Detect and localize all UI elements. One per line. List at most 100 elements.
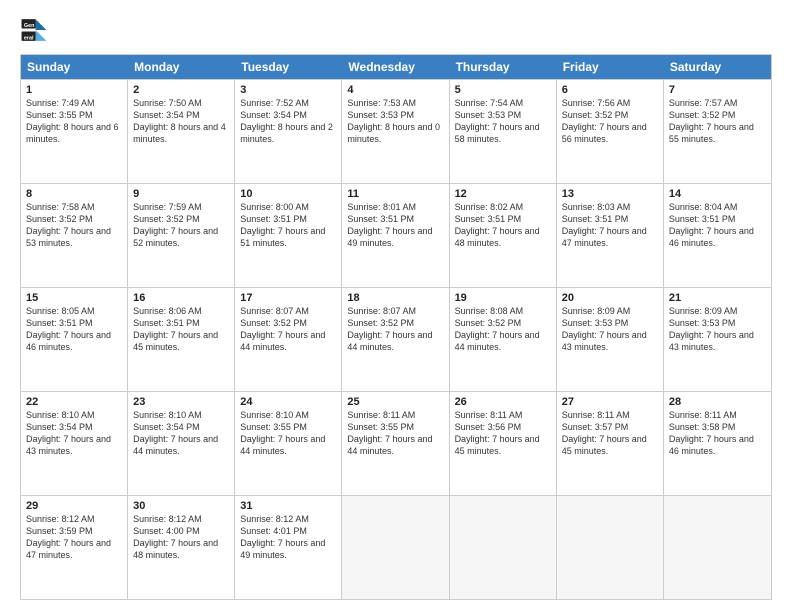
day-number: 2 — [133, 84, 229, 96]
day-number: 21 — [669, 292, 766, 304]
calendar-header: SundayMondayTuesdayWednesdayThursdayFrid… — [21, 55, 771, 79]
cell-info: Sunrise: 7:50 AMSunset: 3:54 PMDaylight:… — [133, 98, 226, 144]
cell-info: Sunrise: 7:54 AMSunset: 3:53 PMDaylight:… — [455, 98, 540, 144]
empty-cell — [342, 496, 449, 599]
cell-info: Sunrise: 8:05 AMSunset: 3:51 PMDaylight:… — [26, 306, 111, 352]
page: Gen eral SundayMondayTuesdayWednesdayThu… — [0, 0, 792, 612]
day-cell-16: 16Sunrise: 8:06 AMSunset: 3:51 PMDayligh… — [128, 288, 235, 391]
day-number: 8 — [26, 188, 122, 200]
cell-info: Sunrise: 8:10 AMSunset: 3:55 PMDaylight:… — [240, 410, 325, 456]
cell-info: Sunrise: 8:10 AMSunset: 3:54 PMDaylight:… — [133, 410, 218, 456]
cell-info: Sunrise: 8:10 AMSunset: 3:54 PMDaylight:… — [26, 410, 111, 456]
day-cell-2: 2 Sunrise: 7:50 AMSunset: 3:54 PMDaylight… — [128, 80, 235, 183]
cell-info: Sunrise: 8:09 AMSunset: 3:53 PMDaylight:… — [669, 306, 754, 352]
day-cell-28: 28 Sunrise: 8:11 AMSunset: 3:58 PMDayligh… — [664, 392, 771, 495]
day-number: 3 — [240, 84, 336, 96]
day-number: 15 — [26, 292, 122, 304]
day-cell-4: 4Sunrise: 7:53 AMSunset: 3:53 PMDaylight… — [342, 80, 449, 183]
day-number: 30 — [133, 500, 229, 512]
cell-info: Sunrise: 7:52 AMSunset: 3:54 PMDaylight:… — [240, 98, 333, 144]
day-cell-17: 17 Sunrise: 8:07 AMSunset: 3:52 PMDayligh… — [235, 288, 342, 391]
day-number: 6 — [562, 84, 658, 96]
day-number: 17 — [240, 292, 336, 304]
header-cell-thursday: Thursday — [450, 55, 557, 79]
week-row-3: 15 Sunrise: 8:05 AMSunset: 3:51 PMDayligh… — [21, 287, 771, 391]
day-cell-12: 12 Sunrise: 8:02 AMSunset: 3:51 PMDayligh… — [450, 184, 557, 287]
cell-info: Sunrise: 8:01 AMSunset: 3:51 PMDaylight:… — [347, 202, 432, 248]
day-cell-24: 24 Sunrise: 8:10 AMSunset: 3:55 PMDayligh… — [235, 392, 342, 495]
cell-info: Sunrise: 7:59 AMSunset: 3:52 PMDaylight:… — [133, 202, 218, 248]
cell-info: Sunrise: 8:12 AMSunset: 4:01 PMDaylight:… — [240, 514, 325, 560]
cell-info: Sunrise: 7:58 AMSunset: 3:52 PMDaylight:… — [26, 202, 111, 248]
week-row-2: 8 Sunrise: 7:58 AMSunset: 3:52 PMDaylight… — [21, 183, 771, 287]
day-cell-25: 25 Sunrise: 8:11 AMSunset: 3:55 PMDayligh… — [342, 392, 449, 495]
header-cell-monday: Monday — [128, 55, 235, 79]
day-cell-23: 23 Sunrise: 8:10 AMSunset: 3:54 PMDayligh… — [128, 392, 235, 495]
cell-info: Sunrise: 7:49 AMSunset: 3:55 PMDaylight:… — [26, 98, 119, 144]
header-cell-saturday: Saturday — [664, 55, 771, 79]
day-number: 1 — [26, 84, 122, 96]
day-number: 22 — [26, 396, 122, 408]
calendar-body: 1 Sunrise: 7:49 AMSunset: 3:55 PMDaylight… — [21, 79, 771, 599]
day-cell-11: 11 Sunrise: 8:01 AMSunset: 3:51 PMDayligh… — [342, 184, 449, 287]
day-cell-19: 19Sunrise: 8:08 AMSunset: 3:52 PMDayligh… — [450, 288, 557, 391]
cell-info: Sunrise: 8:11 AMSunset: 3:58 PMDaylight:… — [669, 410, 754, 456]
cell-info: Sunrise: 8:07 AMSunset: 3:52 PMDaylight:… — [347, 306, 432, 352]
day-cell-26: 26 Sunrise: 8:11 AMSunset: 3:56 PMDayligh… — [450, 392, 557, 495]
day-number: 9 — [133, 188, 229, 200]
cell-info: Sunrise: 8:08 AMSunset: 3:52 PMDaylight:… — [455, 306, 540, 352]
day-number: 5 — [455, 84, 551, 96]
day-cell-8: 8 Sunrise: 7:58 AMSunset: 3:52 PMDaylight… — [21, 184, 128, 287]
day-cell-13: 13Sunrise: 8:03 AMSunset: 3:51 PMDayligh… — [557, 184, 664, 287]
day-number: 25 — [347, 396, 443, 408]
week-row-4: 22 Sunrise: 8:10 AMSunset: 3:54 PMDayligh… — [21, 391, 771, 495]
logo-icon: Gen eral — [20, 16, 48, 44]
day-cell-9: 9 Sunrise: 7:59 AMSunset: 3:52 PMDaylight… — [128, 184, 235, 287]
cell-info: Sunrise: 8:11 AMSunset: 3:56 PMDaylight:… — [455, 410, 540, 456]
day-number: 23 — [133, 396, 229, 408]
day-cell-18: 18Sunrise: 8:07 AMSunset: 3:52 PMDayligh… — [342, 288, 449, 391]
day-cell-31: 31 Sunrise: 8:12 AMSunset: 4:01 PMDayligh… — [235, 496, 342, 599]
cell-info: Sunrise: 8:12 AMSunset: 4:00 PMDaylight:… — [133, 514, 218, 560]
day-number: 31 — [240, 500, 336, 512]
header: Gen eral — [20, 16, 772, 44]
cell-info: Sunrise: 8:11 AMSunset: 3:55 PMDaylight:… — [347, 410, 432, 456]
cell-info: Sunrise: 8:02 AMSunset: 3:51 PMDaylight:… — [455, 202, 540, 248]
day-number: 12 — [455, 188, 551, 200]
header-cell-tuesday: Tuesday — [235, 55, 342, 79]
day-cell-7: 7Sunrise: 7:57 AMSunset: 3:52 PMDaylight… — [664, 80, 771, 183]
day-number: 24 — [240, 396, 336, 408]
day-cell-21: 21 Sunrise: 8:09 AMSunset: 3:53 PMDayligh… — [664, 288, 771, 391]
empty-cell — [664, 496, 771, 599]
cell-info: Sunrise: 7:56 AMSunset: 3:52 PMDaylight:… — [562, 98, 647, 144]
day-cell-30: 30 Sunrise: 8:12 AMSunset: 4:00 PMDayligh… — [128, 496, 235, 599]
empty-cell — [450, 496, 557, 599]
svg-text:Gen: Gen — [24, 23, 35, 29]
cell-info: Sunrise: 8:09 AMSunset: 3:53 PMDaylight:… — [562, 306, 647, 352]
day-number: 14 — [669, 188, 766, 200]
day-cell-6: 6 Sunrise: 7:56 AMSunset: 3:52 PMDaylight… — [557, 80, 664, 183]
day-cell-5: 5 Sunrise: 7:54 AMSunset: 3:53 PMDaylight… — [450, 80, 557, 183]
week-row-1: 1 Sunrise: 7:49 AMSunset: 3:55 PMDaylight… — [21, 79, 771, 183]
day-cell-29: 29 Sunrise: 8:12 AMSunset: 3:59 PMDayligh… — [21, 496, 128, 599]
day-cell-20: 20Sunrise: 8:09 AMSunset: 3:53 PMDayligh… — [557, 288, 664, 391]
cell-info: Sunrise: 8:11 AMSunset: 3:57 PMDaylight:… — [562, 410, 647, 456]
day-number: 26 — [455, 396, 551, 408]
day-number: 27 — [562, 396, 658, 408]
empty-cell — [557, 496, 664, 599]
cell-info: Sunrise: 8:00 AMSunset: 3:51 PMDaylight:… — [240, 202, 325, 248]
cell-info: Sunrise: 8:03 AMSunset: 3:51 PMDaylight:… — [562, 202, 647, 248]
day-cell-3: 3 Sunrise: 7:52 AMSunset: 3:54 PMDaylight… — [235, 80, 342, 183]
day-number: 28 — [669, 396, 766, 408]
header-cell-friday: Friday — [557, 55, 664, 79]
day-number: 7 — [669, 84, 766, 96]
cell-info: Sunrise: 8:12 AMSunset: 3:59 PMDaylight:… — [26, 514, 111, 560]
day-number: 11 — [347, 188, 443, 200]
header-cell-wednesday: Wednesday — [342, 55, 449, 79]
calendar: SundayMondayTuesdayWednesdayThursdayFrid… — [20, 54, 772, 600]
day-cell-14: 14Sunrise: 8:04 AMSunset: 3:51 PMDayligh… — [664, 184, 771, 287]
cell-info: Sunrise: 8:07 AMSunset: 3:52 PMDaylight:… — [240, 306, 325, 352]
day-number: 10 — [240, 188, 336, 200]
day-number: 29 — [26, 500, 122, 512]
svg-text:eral: eral — [24, 35, 34, 41]
